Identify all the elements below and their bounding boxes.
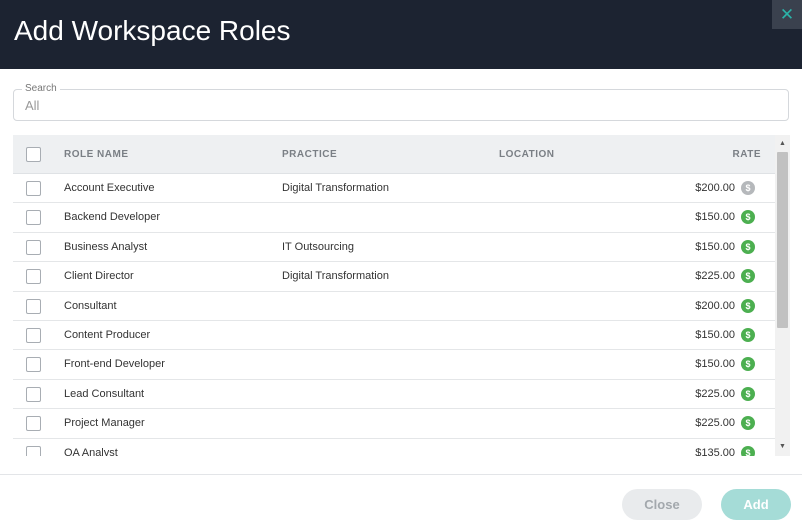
dollar-icon: $ — [741, 357, 755, 372]
table-row[interactable]: Client Director Digital Transformation $22… — [13, 262, 775, 292]
practice-cell: Digital Transformation — [282, 182, 389, 194]
row-checkbox[interactable] — [26, 298, 41, 314]
rate-cell: $200.00 — [695, 182, 735, 194]
close-icon[interactable]: ✕ — [772, 0, 802, 29]
rate-cell: $150.00 — [695, 211, 735, 224]
role-name-cell: Project Manager — [64, 417, 145, 430]
table-header: ROLE NAME PRACTICE LOCATION RATE — [13, 135, 790, 174]
dollar-icon: $ — [741, 210, 755, 225]
scroll-up-arrow-icon[interactable]: ▲ — [775, 137, 790, 151]
role-name-cell: Lead Consultant — [64, 387, 145, 400]
column-header-location[interactable]: LOCATION — [499, 149, 554, 161]
dialog-header: Add Workspace Roles — [0, 0, 802, 69]
role-name-cell: Content Producer — [64, 328, 151, 341]
row-checkbox[interactable] — [26, 357, 41, 373]
role-name-cell: Client Director — [64, 270, 134, 283]
table-row[interactable]: QA Analyst $135.00 $ — [13, 439, 775, 456]
row-checkbox[interactable] — [26, 386, 41, 402]
rate-cell: $135.00 — [695, 446, 735, 456]
dollar-icon: $ — [741, 386, 755, 401]
row-checkbox[interactable] — [26, 445, 41, 456]
rate-cell: $225.00 — [695, 387, 735, 400]
close-button[interactable]: Close — [622, 489, 702, 520]
row-checkbox[interactable] — [26, 269, 41, 285]
role-name-cell: Consultant — [64, 299, 117, 312]
dollar-icon: $ — [741, 416, 755, 431]
add-button[interactable]: Add — [721, 489, 791, 520]
table-body: Account Executive Digital Transformation $… — [13, 174, 775, 456]
dollar-icon: $ — [741, 239, 755, 254]
roles-table: ROLE NAME PRACTICE LOCATION RATE Account… — [13, 135, 790, 456]
rate-cell: $150.00 — [695, 240, 735, 253]
practice-cell: IT Outsourcing — [282, 240, 354, 253]
scroll-down-arrow-icon[interactable]: ▼ — [775, 440, 790, 454]
table-row[interactable]: Front-end Developer $150.00 $ — [13, 350, 775, 380]
table-scrollbar[interactable]: ▲ ▼ — [775, 135, 790, 456]
dollar-icon: $ — [741, 298, 755, 313]
role-name-cell: Account Executive — [64, 182, 155, 194]
rate-cell: $225.00 — [695, 417, 735, 430]
search-input[interactable] — [25, 98, 765, 113]
table-row[interactable]: Content Producer $150.00 $ — [13, 321, 775, 351]
dialog-title: Add Workspace Roles — [14, 15, 291, 46]
dollar-icon: $ — [741, 327, 755, 342]
role-name-cell: Business Analyst — [64, 240, 148, 253]
row-checkbox[interactable] — [26, 181, 41, 196]
rate-cell: $225.00 — [695, 270, 735, 283]
rate-cell: $200.00 — [695, 299, 735, 312]
table-row[interactable]: Lead Consultant $225.00 $ — [13, 380, 775, 410]
rate-cell: $150.00 — [695, 358, 735, 371]
table-row[interactable]: Consultant $200.00 $ — [13, 292, 775, 321]
search-label: Search — [22, 83, 60, 95]
table-row[interactable]: Account Executive Digital Transformation $… — [13, 174, 775, 204]
search-field[interactable]: Search — [13, 83, 789, 121]
practice-cell: Digital Transformation — [282, 270, 389, 283]
dollar-icon: $ — [741, 269, 755, 284]
column-header-rate[interactable]: RATE — [733, 149, 761, 161]
role-name-cell: QA Analyst — [64, 446, 118, 456]
row-checkbox[interactable] — [26, 327, 41, 343]
table-row[interactable]: Project Manager $225.00 $ — [13, 409, 775, 439]
row-checkbox[interactable] — [26, 210, 41, 226]
table-row[interactable]: Business Analyst IT Outsourcing $150.00 $ — [13, 233, 775, 263]
dollar-icon: $ — [741, 181, 755, 195]
row-checkbox[interactable] — [26, 416, 41, 432]
dollar-icon: $ — [741, 445, 755, 456]
column-header-practice[interactable]: PRACTICE — [282, 149, 337, 161]
row-checkbox[interactable] — [26, 239, 41, 255]
select-all-checkbox[interactable] — [26, 147, 41, 162]
footer-divider — [0, 474, 802, 475]
table-row[interactable]: Backend Developer $150.00 $ — [13, 203, 775, 233]
role-name-cell: Backend Developer — [64, 211, 161, 224]
rate-cell: $150.00 — [695, 328, 735, 341]
column-header-role-name[interactable]: ROLE NAME — [64, 149, 129, 161]
role-name-cell: Front-end Developer — [64, 358, 165, 371]
scroll-thumb[interactable] — [777, 152, 788, 328]
